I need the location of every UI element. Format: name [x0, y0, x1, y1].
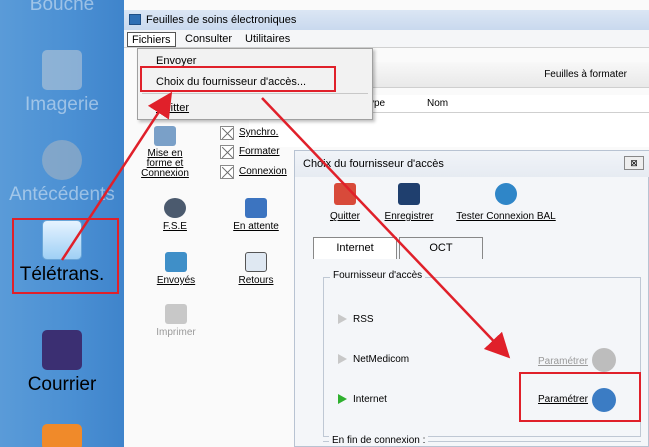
- sidebar-item-label: Courrier: [27, 374, 97, 395]
- dialog-title: Choix du fournisseur d'accès: [303, 158, 444, 170]
- app-window-icon: [129, 14, 141, 25]
- provider-label: NetMedicom: [353, 354, 410, 365]
- provider-label: RSS: [353, 314, 374, 325]
- menu-bar: Fichiers Consulter Utilitaires: [124, 30, 649, 48]
- patient-history-icon: [42, 140, 82, 180]
- fse-cycle-icon: [164, 198, 186, 218]
- fichiers-dropdown-menu: Envoyer Choix du fournisseur d'accès... …: [137, 48, 373, 120]
- calendar-icon: [42, 424, 82, 447]
- sent-icon: [165, 252, 187, 272]
- quitter-button[interactable]: Quitter: [325, 183, 365, 222]
- synchro-checkbox[interactable]: [220, 126, 234, 140]
- sidebar-item-agenda[interactable]: [0, 424, 124, 447]
- teletransmission-cloud-icon: [42, 220, 82, 260]
- fse-label: F.S.E: [163, 221, 187, 232]
- provider-arrow-icon: [338, 394, 347, 405]
- envoyes-label: Envoyés: [156, 275, 196, 286]
- download-arrow-icon: [245, 198, 267, 218]
- sidebar-item-teletrans[interactable]: Télétrans.: [0, 220, 124, 286]
- dialog-titlebar: Choix du fournisseur d'accès: [295, 151, 649, 177]
- choix-fournisseur-dialog: Choix du fournisseur d'accès ⊠ Quitter E…: [294, 150, 649, 447]
- fin-connexion-title: En fin de connexion :: [329, 435, 429, 446]
- imprimer-label: Imprimer: [156, 327, 196, 338]
- provider-netmedicom[interactable]: NetMedicom: [338, 354, 409, 365]
- provider-internet[interactable]: Internet: [338, 394, 387, 405]
- quitter-label: Quitter: [329, 211, 360, 222]
- envoyes-button[interactable]: Envoyés: [155, 252, 197, 286]
- tester-connexion-label: Tester Connexion BAL: [456, 211, 556, 222]
- provider-arrow-icon: [338, 314, 347, 325]
- menu-consulter[interactable]: Consulter: [181, 32, 236, 47]
- sidebar-item-label: Antécédents: [9, 184, 115, 205]
- fin-connexion-groupbox: En fin de connexion :: [323, 435, 641, 447]
- en-attente-button[interactable]: En attente: [228, 198, 284, 232]
- sidebar-item-label: Imagerie: [25, 94, 99, 115]
- window-title: Feuilles de soins électroniques: [146, 14, 297, 26]
- formater-checkbox[interactable]: [220, 145, 234, 159]
- menu-item-quitter[interactable]: Quitter: [156, 99, 189, 117]
- tester-connexion-button[interactable]: Tester Connexion BAL: [451, 183, 561, 222]
- app-sidebar: Bouche Imagerie Antécédents Télétrans. C…: [0, 0, 124, 447]
- connexion-label: Connexion: [239, 166, 287, 177]
- sidebar-item-bouche[interactable]: Bouche: [0, 0, 124, 16]
- sidebar-item-antecedents[interactable]: Antécédents: [0, 140, 124, 206]
- menu-fichiers[interactable]: Fichiers: [127, 32, 176, 47]
- gear-icon[interactable]: [592, 348, 616, 372]
- tab-oct[interactable]: OCT: [399, 237, 483, 259]
- fse-button[interactable]: F.S.E: [155, 198, 195, 232]
- sidebar-item-label: Télétrans.: [19, 264, 105, 285]
- menu-item-envoyer[interactable]: Envoyer: [156, 52, 196, 70]
- save-disk-icon: [398, 183, 420, 205]
- fournisseur-groupbox: Fournisseur d'accès RSS NetMedicom Inter…: [323, 270, 641, 437]
- retours-label: Retours: [238, 275, 274, 286]
- en-attente-label: En attente: [233, 221, 279, 232]
- documents-icon: [154, 126, 176, 146]
- synchro-label: Synchro.: [239, 127, 279, 138]
- menu-item-choix-fournisseur[interactable]: Choix du fournisseur d'accès...: [156, 73, 306, 91]
- upload-tray-icon: [245, 252, 267, 272]
- parametrer-netmedicom-link[interactable]: Paramétrer: [538, 356, 588, 367]
- close-icon[interactable]: ⊠: [624, 156, 644, 170]
- enregistrer-label: Enregistrer: [384, 211, 434, 222]
- pen-letter-icon: [42, 330, 82, 370]
- sidebar-item-courrier[interactable]: Courrier: [0, 330, 124, 396]
- retours-button[interactable]: Retours: [233, 252, 279, 286]
- sidebar-item-label: Bouche: [29, 0, 95, 15]
- menu-utilitaires[interactable]: Utilitaires: [241, 32, 294, 47]
- column-header-nom[interactable]: Nom: [427, 98, 448, 109]
- connexion-checkbox[interactable]: [220, 165, 234, 179]
- formater-label: Formater: [239, 146, 280, 157]
- menu-separator: [142, 93, 368, 94]
- enregistrer-button[interactable]: Enregistrer: [379, 183, 439, 222]
- window-titlebar: Feuilles de soins électroniques: [124, 10, 649, 30]
- gear-icon[interactable]: [592, 388, 616, 412]
- at-sign-icon: [495, 183, 517, 205]
- provider-label: Internet: [353, 394, 387, 405]
- sidebar-item-imagerie[interactable]: Imagerie: [0, 50, 124, 116]
- mise-en-forme-label: Mise en forme et Connexion: [141, 148, 189, 179]
- mise-en-forme-button[interactable]: Mise en forme et Connexion: [140, 126, 190, 179]
- tab-internet[interactable]: Internet: [313, 237, 397, 259]
- fournisseur-group-title: Fournisseur d'accès: [330, 270, 426, 281]
- printer-icon: [165, 304, 187, 324]
- parametrer-internet-link[interactable]: Paramétrer: [538, 394, 588, 405]
- provider-rss[interactable]: RSS: [338, 314, 374, 325]
- tooth-xray-icon: [42, 50, 82, 90]
- provider-arrow-icon: [338, 354, 347, 365]
- back-arrow-icon: [334, 183, 356, 205]
- feuilles-a-formater-label: Feuilles à formater: [544, 69, 627, 80]
- imprimer-button[interactable]: Imprimer: [155, 304, 197, 338]
